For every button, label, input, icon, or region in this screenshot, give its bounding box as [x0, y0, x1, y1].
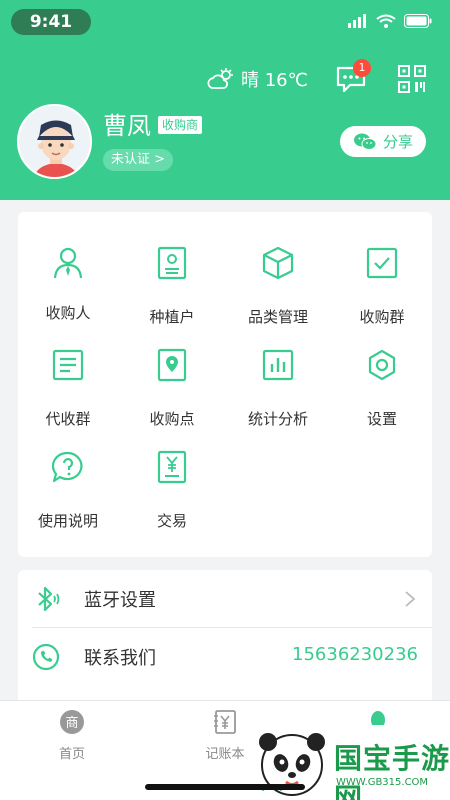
list-doc-icon — [52, 349, 84, 381]
grid-item-label: 代收群 — [45, 410, 91, 428]
grid-item-label: 种植户 — [149, 308, 195, 326]
qr-code-icon[interactable] — [398, 65, 426, 93]
grid-item-label: 收购点 — [149, 410, 195, 428]
contact-label: 联系我们 — [84, 648, 156, 669]
help-bubble-icon — [51, 451, 83, 483]
bluetooth-label: 蓝牙设置 — [84, 590, 156, 611]
phone-icon — [32, 643, 60, 671]
grid-item-trade[interactable]: 交易 — [122, 450, 222, 531]
tab-home-label: 首页 — [58, 747, 85, 762]
partly-cloudy-icon — [207, 68, 233, 89]
grid-item-label: 收购群 — [359, 308, 405, 326]
bluetooth-icon — [38, 586, 60, 612]
status-bar: 9:41 — [0, 0, 450, 44]
bluetooth-settings-row[interactable]: 蓝牙设置 — [18, 570, 432, 628]
ledger-icon — [214, 710, 236, 734]
svg-text:商: 商 — [65, 716, 78, 731]
profile-header: 9:41 晴 16℃ 1 曹凤 收购商 未认证 > 分享 — [0, 0, 450, 200]
grid-item-instructions[interactable]: 使用说明 — [18, 450, 118, 531]
contact-us-row[interactable]: 联系我们 15636230236 — [18, 628, 432, 685]
contact-phone[interactable]: 15636230236 — [292, 644, 418, 665]
verify-button[interactable]: 未认证 > — [103, 149, 173, 171]
grid-item-settings[interactable]: 设置 — [332, 348, 432, 429]
settings-list: 蓝牙设置 联系我们 15636230236 — [18, 570, 432, 710]
grid-item-label: 统计分析 — [247, 410, 308, 428]
grid-item-category[interactable]: 品类管理 — [228, 246, 328, 327]
checkbox-icon — [366, 247, 398, 279]
person-icon — [53, 247, 83, 279]
receipt-yen-icon — [157, 450, 187, 484]
weather-widget: 晴 16℃ — [207, 66, 308, 92]
message-badge: 1 — [353, 59, 371, 77]
tab-home[interactable]: 商 首页 — [22, 709, 122, 762]
status-time: 9:41 — [11, 9, 91, 35]
chevron-right-icon — [405, 591, 416, 607]
grid-item-buyer[interactable]: 收购人 — [18, 246, 118, 323]
location-pin-icon — [157, 348, 187, 382]
role-tag: 收购商 — [158, 116, 203, 134]
weather-text: 晴 16℃ — [241, 70, 308, 91]
grid-item-label: 收购人 — [45, 304, 91, 322]
grid-item-statistics[interactable]: 统计分析 — [228, 348, 328, 429]
share-label: 分享 — [382, 133, 413, 151]
share-button[interactable]: 分享 — [340, 126, 426, 157]
bar-chart-icon — [262, 349, 294, 381]
box-icon — [262, 246, 294, 280]
grid-item-label: 设置 — [366, 410, 397, 428]
user-name: 曹凤 — [103, 112, 151, 140]
function-grid: 收购人 种植户 品类管理 收购群 代收群 收购点 统计分析 设置 使用说明 交易 — [18, 212, 432, 557]
grid-item-label: 品类管理 — [247, 308, 308, 326]
watermark-url: WWW.GB315.COM — [336, 777, 429, 788]
signal-icon — [348, 14, 366, 28]
grid-item-label: 使用说明 — [37, 512, 98, 530]
wifi-icon — [376, 14, 396, 28]
wechat-icon — [353, 133, 377, 150]
status-icons — [348, 14, 432, 28]
grid-item-buyer-group[interactable]: 收购群 — [332, 246, 432, 327]
grid-item-agent-group[interactable]: 代收群 — [18, 348, 118, 429]
shop-icon: 商 — [60, 710, 84, 734]
battery-icon — [404, 14, 432, 28]
grid-item-farmer[interactable]: 种植户 — [122, 246, 222, 327]
watermark-name: 国宝手游网 — [334, 742, 450, 800]
grid-item-label: 交易 — [156, 512, 187, 530]
gear-icon — [368, 349, 396, 381]
id-card-icon — [157, 246, 187, 280]
grid-item-buy-point[interactable]: 收购点 — [122, 348, 222, 429]
home-indicator — [145, 784, 305, 790]
avatar[interactable] — [17, 104, 92, 179]
avatar-illustration — [19, 106, 90, 177]
